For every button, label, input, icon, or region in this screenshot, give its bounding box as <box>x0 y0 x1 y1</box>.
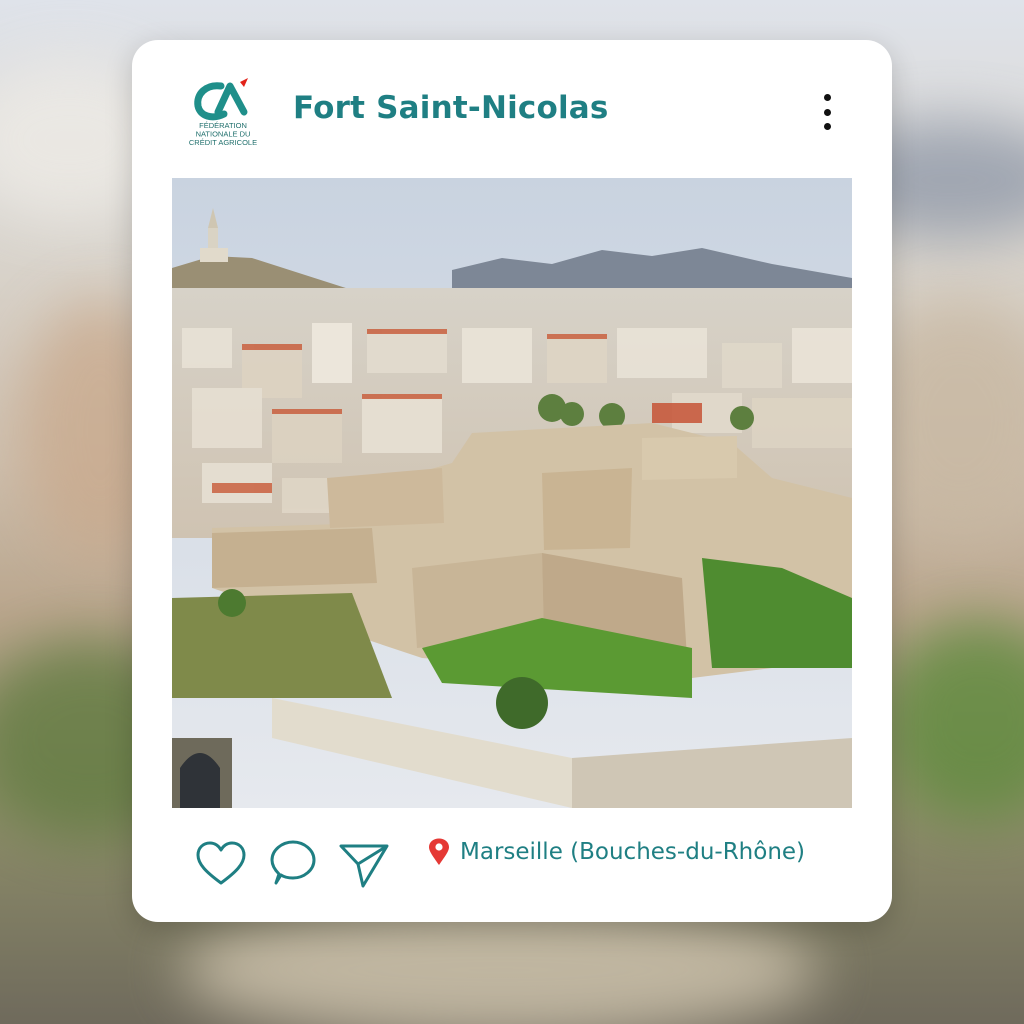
heart-icon[interactable] <box>194 838 248 892</box>
post-photo <box>172 178 852 808</box>
post-title: Fort Saint-Nicolas <box>293 90 609 126</box>
more-options-icon[interactable] <box>815 94 839 130</box>
comment-bubble-icon[interactable] <box>266 838 320 892</box>
paper-plane-icon[interactable] <box>337 838 391 892</box>
location-label: Marseille (Bouches-du-Rhône) <box>460 839 806 865</box>
map-pin-icon <box>429 838 449 865</box>
post-header: FÉDÉRATION NATIONALE DU CRÉDIT AGRICOLE … <box>132 40 892 178</box>
post-location[interactable]: Marseille (Bouches-du-Rhône) <box>428 830 805 874</box>
logo-line-3: CRÉDIT AGRICOLE <box>189 138 257 147</box>
credit-agricole-logo: FÉDÉRATION NATIONALE DU CRÉDIT AGRICOLE <box>188 78 258 150</box>
post-actions: Marseille (Bouches-du-Rhône) <box>132 830 892 900</box>
post-card: FÉDÉRATION NATIONALE DU CRÉDIT AGRICOLE … <box>132 40 892 922</box>
